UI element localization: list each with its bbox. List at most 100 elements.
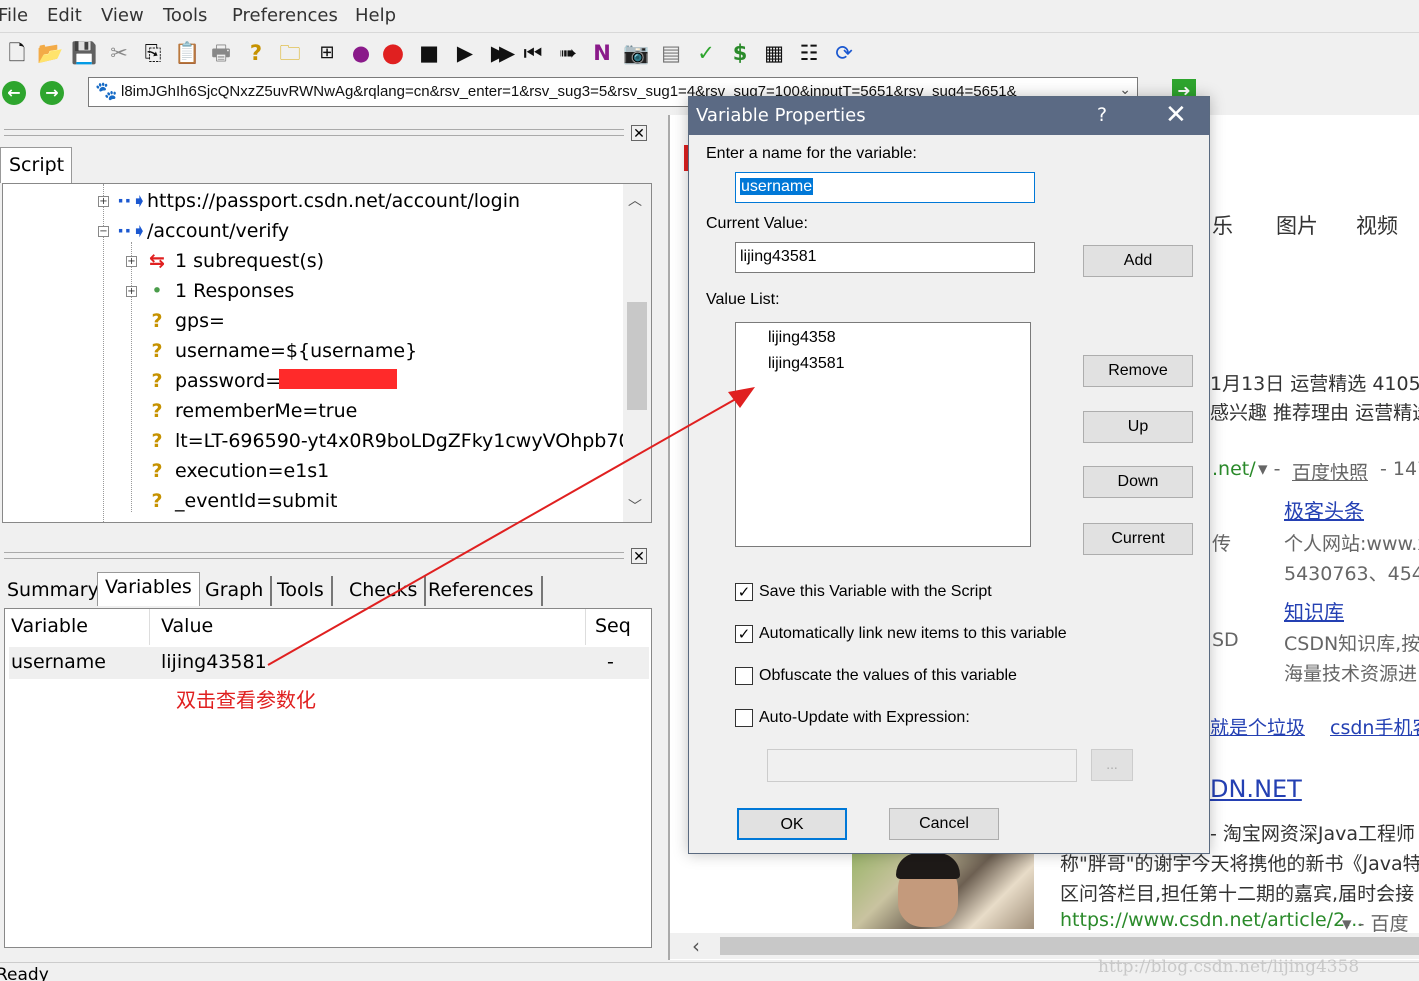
step-icon[interactable]: ➠ <box>555 40 581 66</box>
link-zhishi[interactable]: 知识库 <box>1284 596 1344 625</box>
horizontal-scrollbar[interactable]: ‹ <box>670 933 1419 959</box>
tree-item[interactable]: ? gps= <box>145 306 224 336</box>
save-checkbox[interactable]: ✓ <box>735 583 753 601</box>
tree-item[interactable]: ··➧/account/verify <box>117 216 289 246</box>
close-icon[interactable]: ✕ <box>631 125 647 142</box>
paste-icon[interactable]: 📋 <box>174 40 200 66</box>
column-header-variable[interactable]: Variable <box>11 615 88 637</box>
tree-item[interactable]: ⇆ 1 subrequest(s) <box>145 246 324 276</box>
step-back-icon[interactable]: ⏮ <box>520 40 546 66</box>
tab-tools[interactable]: Tools <box>270 576 333 606</box>
cancel-button[interactable]: Cancel <box>889 808 999 840</box>
obfuscate-checkbox[interactable] <box>735 667 753 685</box>
tree-item[interactable]: • 1 Responses <box>145 276 294 306</box>
result-url[interactable]: https://www.csdn.net/article/2... <box>1060 909 1363 931</box>
record-icon[interactable]: ● <box>380 40 406 66</box>
tree-item[interactable]: ··➧https://passport.csdn.net/account/log… <box>117 186 520 216</box>
open-folder-icon[interactable]: 📂 <box>37 40 63 66</box>
pane-grip[interactable] <box>4 552 624 559</box>
fast-forward-icon[interactable]: ▶▶ <box>486 40 515 66</box>
tree-item[interactable]: ? execution=e1s1 <box>145 456 329 486</box>
dialog-title-bar[interactable]: Variable Properties ? ✕ <box>689 97 1209 135</box>
column-header-value[interactable]: Value <box>161 615 213 637</box>
dollar-icon[interactable]: $ <box>727 40 753 66</box>
tab-references[interactable]: References <box>421 576 543 606</box>
scroll-thumb[interactable] <box>627 302 647 410</box>
close-icon[interactable]: ✕ <box>631 548 647 565</box>
chevron-down-icon[interactable]: ﹀ <box>628 496 642 516</box>
menu-edit[interactable]: Edit <box>47 5 82 26</box>
link-csdn-net[interactable]: DN.NET <box>1210 775 1302 803</box>
tab-checks[interactable]: Checks <box>342 576 427 606</box>
autoupdate-checkbox[interactable] <box>735 709 753 727</box>
table-icon[interactable]: ▦ <box>761 40 787 66</box>
scroll-thumb[interactable] <box>720 937 1419 955</box>
help-question-icon[interactable]: ? <box>243 40 269 66</box>
check-icon[interactable]: ✓ <box>693 40 719 66</box>
current-value-input[interactable]: lijing43581 <box>735 242 1035 273</box>
refresh-icon[interactable]: ⟳ <box>831 40 857 66</box>
n-icon[interactable]: N <box>589 40 615 66</box>
save-icon[interactable]: 💾 <box>71 40 97 66</box>
close-icon[interactable]: ✕ <box>1165 100 1187 130</box>
copy-icon[interactable]: ⎘ <box>140 40 166 66</box>
add-item-icon[interactable]: ⊞ <box>314 40 340 66</box>
current-button[interactable]: Current <box>1083 523 1193 555</box>
menu-tools[interactable]: Tools <box>163 5 207 26</box>
expand-icon[interactable]: + <box>126 286 137 297</box>
ok-button[interactable]: OK <box>737 808 847 840</box>
nav-music[interactable]: 乐 <box>1212 210 1233 240</box>
tab-graph[interactable]: Graph <box>198 576 273 606</box>
document-icon[interactable]: ▤ <box>658 40 684 66</box>
nav-video[interactable]: 视频 <box>1356 210 1398 240</box>
menu-view[interactable]: View <box>101 5 144 26</box>
camera-icon[interactable]: 📷 <box>623 40 649 66</box>
tree-item[interactable]: ? rememberMe=true <box>145 396 357 426</box>
cache-link[interactable]: 百度快照 <box>1292 458 1368 485</box>
chevron-up-icon[interactable]: ︿ <box>628 190 642 210</box>
down-button[interactable]: Down <box>1083 466 1193 498</box>
pane-grip[interactable] <box>4 129 624 136</box>
back-icon[interactable]: ← <box>2 81 26 105</box>
autolink-checkbox[interactable]: ✓ <box>735 625 753 643</box>
link-geek[interactable]: 极客头条 <box>1284 495 1364 524</box>
tree-item[interactable]: ? _eventId=submit <box>145 486 337 516</box>
expand-icon[interactable]: + <box>98 196 109 207</box>
print-icon[interactable]: 🖶 <box>208 40 234 66</box>
add-node-icon[interactable]: ● <box>348 40 374 66</box>
play-icon[interactable]: ▶ <box>452 40 478 66</box>
tab-script[interactable]: Script <box>0 147 72 183</box>
value-list[interactable]: lijing4358 lijing43581 <box>735 322 1031 547</box>
tree-item[interactable]: ? username=${username} <box>145 336 417 366</box>
add-button[interactable]: Add <box>1083 245 1193 277</box>
help-icon[interactable]: ? <box>1097 104 1107 126</box>
chevron-left-icon[interactable]: ‹ <box>692 934 700 958</box>
column-header-seq[interactable]: Seq <box>595 615 631 637</box>
menu-help[interactable]: Help <box>355 5 396 26</box>
new-file-icon[interactable]: 🗋 <box>4 40 30 66</box>
tree-icon[interactable]: ☷ <box>796 40 822 66</box>
tree-item[interactable]: ? password= <box>145 366 281 396</box>
article-photo[interactable] <box>852 853 1034 929</box>
remove-button[interactable]: Remove <box>1083 355 1193 387</box>
list-item[interactable]: lijing4358 <box>768 329 836 347</box>
menu-file[interactable]: File <box>0 5 28 26</box>
cut-icon[interactable]: ✂ <box>106 40 132 66</box>
tree-item[interactable]: ? lt=LT-696590-yt4x0R9boLDgZFky1cwyVOhpb7… <box>145 426 651 456</box>
link-csdn-mobile[interactable]: csdn手机客 <box>1330 713 1419 740</box>
stop-icon[interactable]: ■ <box>416 40 442 66</box>
link-lese[interactable]: 就是个垃圾 <box>1210 713 1305 740</box>
forward-icon[interactable]: → <box>40 81 64 105</box>
menu-preferences[interactable]: Preferences <box>232 5 338 26</box>
result-url[interactable]: .net/ <box>1212 458 1256 480</box>
vertical-scrollbar[interactable]: ︿ ﹀ <box>623 184 651 522</box>
add-folder-icon[interactable]: 🗀 <box>277 40 303 66</box>
tab-variables[interactable]: Variables <box>97 572 200 606</box>
up-button[interactable]: Up <box>1083 411 1193 443</box>
list-item[interactable]: lijing43581 <box>768 355 845 373</box>
collapse-icon[interactable]: − <box>98 226 109 237</box>
variable-name-input[interactable]: username <box>735 172 1035 203</box>
tab-summary[interactable]: Summary <box>0 576 108 606</box>
expand-icon[interactable]: + <box>126 256 137 267</box>
nav-images[interactable]: 图片 <box>1276 210 1318 240</box>
